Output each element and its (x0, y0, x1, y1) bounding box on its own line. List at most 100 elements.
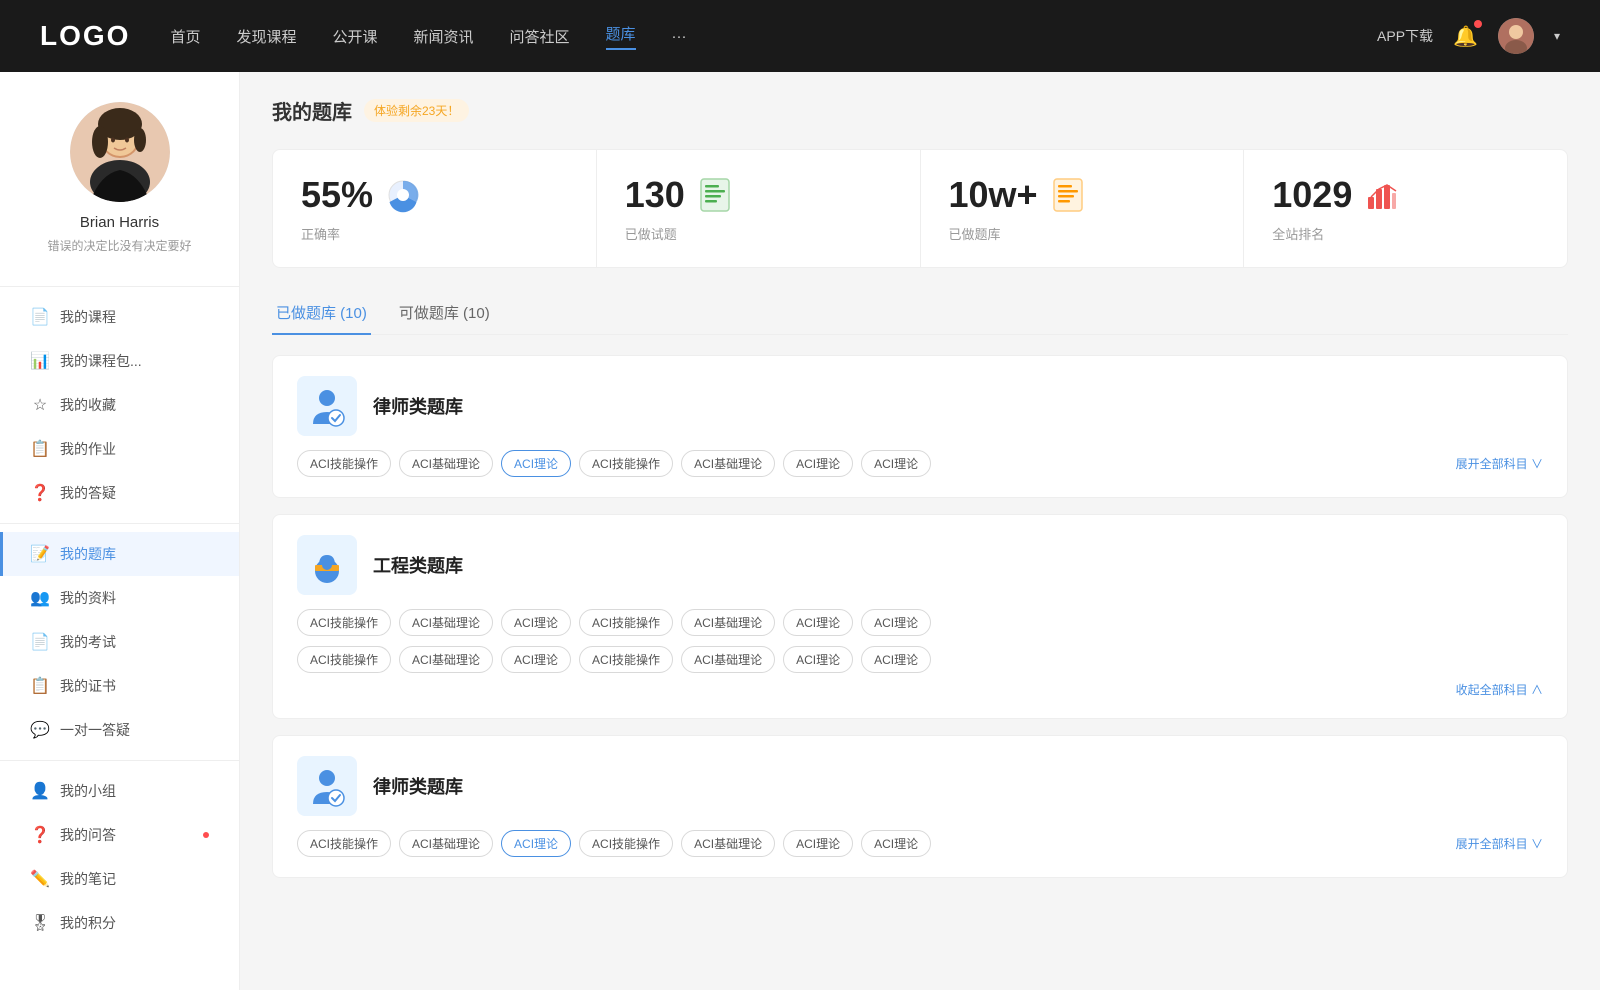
sidebar-item-qbank[interactable]: 📝 我的题库 (0, 532, 239, 576)
logo: LOGO (40, 20, 130, 52)
tag-1-2[interactable]: ACI理论 (501, 609, 571, 636)
stat-banks-top: 10w+ (949, 174, 1216, 216)
sidebar-divider-1 (0, 286, 239, 287)
stat-banks: 10w+ 已做题库 (921, 150, 1245, 267)
sidebar-item-favorites[interactable]: ☆ 我的收藏 (0, 383, 239, 427)
user-avatar[interactable] (1498, 18, 1534, 54)
sidebar-menu: 📄 我的课程 📊 我的课程包... ☆ 我的收藏 📋 我的作业 ❓ 我的答疑 (0, 295, 239, 945)
qbank-name-0: 律师类题库 (373, 393, 463, 419)
sidebar-item-certificate[interactable]: 📋 我的证书 (0, 664, 239, 708)
sidebar-item-my-qa[interactable]: ❓ 我的问答 (0, 813, 239, 857)
course-package-icon: 📊 (30, 351, 50, 371)
tag-1-4[interactable]: ACI基础理论 (681, 609, 775, 636)
homework-icon: 📋 (30, 439, 50, 459)
sidebar-item-homework[interactable]: 📋 我的作业 (0, 427, 239, 471)
main-nav: 首页 发现课程 公开课 新闻资讯 问答社区 题库 ··· (170, 23, 1337, 50)
sidebar-item-group[interactable]: 👤 我的小组 (0, 769, 239, 813)
tag-0-6[interactable]: ACI理论 (861, 450, 931, 477)
stats-row: 55% 正确率 130 (272, 149, 1568, 268)
sidebar-label-points: 我的积分 (60, 913, 116, 933)
group-icon: 👤 (30, 781, 50, 801)
sidebar-item-notes[interactable]: ✏️ 我的笔记 (0, 857, 239, 901)
tags-row-1: ACI技能操作 ACI基础理论 ACI理论 ACI技能操作 ACI基础理论 AC… (297, 609, 1543, 636)
tab-done[interactable]: 已做题库 (10) (272, 292, 371, 335)
nav-qbank[interactable]: 题库 (606, 23, 636, 50)
one-on-one-icon: 💬 (30, 720, 50, 740)
tag-2-3[interactable]: ACI技能操作 (579, 830, 673, 857)
nav-home[interactable]: 首页 (170, 26, 200, 47)
header: LOGO 首页 发现课程 公开课 新闻资讯 问答社区 题库 ··· APP下载 … (0, 0, 1600, 72)
nav-discover[interactable]: 发现课程 (236, 26, 296, 47)
sidebar-item-course-package[interactable]: 📊 我的课程包... (0, 339, 239, 383)
stat-banks-label: 已做题库 (949, 224, 1216, 243)
qbank-item-0: 律师类题库 ACI技能操作 ACI基础理论 ACI理论 ACI技能操作 ACI基… (272, 355, 1568, 498)
nav-more[interactable]: ··· (672, 28, 687, 45)
tag2-1-3[interactable]: ACI技能操作 (579, 646, 673, 673)
qbank-header-1: 工程类题库 (297, 535, 1543, 595)
stat-questions-top: 130 (625, 174, 892, 216)
tag2-1-1[interactable]: ACI基础理论 (399, 646, 493, 673)
sidebar-item-qa-answer[interactable]: ❓ 我的答疑 (0, 471, 239, 515)
collapse-row-1: 收起全部科目 ∧ (297, 681, 1543, 698)
qbank-icon-lawyer-2 (297, 756, 357, 816)
sidebar-item-points[interactable]: 🎖 我的积分 (0, 901, 239, 945)
tab-available[interactable]: 可做题库 (10) (395, 292, 494, 335)
tag-2-6[interactable]: ACI理论 (861, 830, 931, 857)
tag-0-4[interactable]: ACI基础理论 (681, 450, 775, 477)
trial-badge: 体验剩余23天！ (364, 99, 469, 122)
sidebar-item-exam[interactable]: 📄 我的考试 (0, 620, 239, 664)
expand-link-0[interactable]: 展开全部科目 ∨ (1456, 455, 1543, 472)
expand-link-2[interactable]: 展开全部科目 ∨ (1456, 835, 1543, 852)
tag-1-3[interactable]: ACI技能操作 (579, 609, 673, 636)
tag-2-2[interactable]: ACI理论 (501, 830, 571, 857)
collapse-link-1[interactable]: 收起全部科目 ∧ (1456, 683, 1543, 697)
tag-1-5[interactable]: ACI理论 (783, 609, 853, 636)
tag-0-2[interactable]: ACI理论 (501, 450, 571, 477)
tag2-1-0[interactable]: ACI技能操作 (297, 646, 391, 673)
tag-0-1[interactable]: ACI基础理论 (399, 450, 493, 477)
profile-name: Brian Harris (20, 214, 219, 231)
nav-news[interactable]: 新闻资讯 (414, 26, 474, 47)
stat-ranking-label: 全站排名 (1272, 224, 1539, 243)
qbank-icon-lawyer-0 (297, 376, 357, 436)
sidebar-label-my-qa: 我的问答 (60, 825, 116, 845)
sidebar-label-group: 我的小组 (60, 781, 116, 801)
tag-1-6[interactable]: ACI理论 (861, 609, 931, 636)
tags-row-2: ACI技能操作 ACI基础理论 ACI理论 ACI技能操作 ACI基础理论 AC… (297, 830, 931, 857)
stat-ranking-value: 1029 (1272, 174, 1352, 216)
second-tags-row-1: ACI技能操作 ACI基础理论 ACI理论 ACI技能操作 ACI基础理论 AC… (297, 646, 1543, 673)
tag-2-5[interactable]: ACI理论 (783, 830, 853, 857)
sidebar-label-favorites: 我的收藏 (60, 395, 116, 415)
tag2-1-6[interactable]: ACI理论 (861, 646, 931, 673)
favorites-icon: ☆ (30, 395, 50, 415)
tag2-1-4[interactable]: ACI基础理论 (681, 646, 775, 673)
tag2-1-5[interactable]: ACI理论 (783, 646, 853, 673)
app-download-link[interactable]: APP下载 (1377, 26, 1433, 46)
tag2-1-2[interactable]: ACI理论 (501, 646, 571, 673)
tag-0-5[interactable]: ACI理论 (783, 450, 853, 477)
qbank-icon: 📝 (30, 544, 50, 564)
tag-2-1[interactable]: ACI基础理论 (399, 830, 493, 857)
nav-qa[interactable]: 问答社区 (510, 26, 570, 47)
user-menu-chevron[interactable]: ▾ (1554, 29, 1560, 43)
sidebar-item-profile-data[interactable]: 👥 我的资料 (0, 576, 239, 620)
sidebar-item-course[interactable]: 📄 我的课程 (0, 295, 239, 339)
sidebar-item-one-on-one[interactable]: 💬 一对一答疑 (0, 708, 239, 752)
notification-bell[interactable]: 🔔 (1453, 24, 1478, 49)
tags-and-action-2: ACI技能操作 ACI基础理论 ACI理论 ACI技能操作 ACI基础理论 AC… (297, 830, 1543, 857)
tag-1-1[interactable]: ACI基础理论 (399, 609, 493, 636)
nav-open-course[interactable]: 公开课 (332, 26, 377, 47)
sidebar: Brian Harris 错误的决定比没有决定要好 📄 我的课程 📊 我的课程包… (0, 72, 240, 990)
stat-questions-value: 130 (625, 174, 685, 216)
bell-icon: 🔔 (1453, 26, 1478, 48)
tag-2-4[interactable]: ACI基础理论 (681, 830, 775, 857)
tag-0-3[interactable]: ACI技能操作 (579, 450, 673, 477)
stat-accuracy-value: 55% (301, 174, 373, 216)
tag-2-0[interactable]: ACI技能操作 (297, 830, 391, 857)
qbank-list: 律师类题库 ACI技能操作 ACI基础理论 ACI理论 ACI技能操作 ACI基… (272, 355, 1568, 894)
qbank-name-2: 律师类题库 (373, 773, 463, 799)
qbank-item-1: 工程类题库 ACI技能操作 ACI基础理论 ACI理论 ACI技能操作 ACI基… (272, 514, 1568, 719)
tag-0-0[interactable]: ACI技能操作 (297, 450, 391, 477)
sidebar-label-course-package: 我的课程包... (60, 351, 142, 371)
tag-1-0[interactable]: ACI技能操作 (297, 609, 391, 636)
